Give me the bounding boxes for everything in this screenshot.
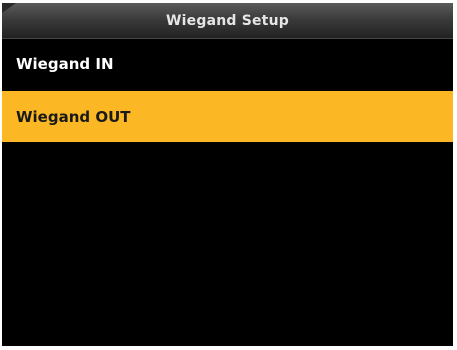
menu-item-label: Wiegand IN [16, 55, 114, 73]
menu-item-wiegand-in[interactable]: Wiegand IN [2, 39, 453, 89]
menu-item-wiegand-out[interactable]: Wiegand OUT [2, 91, 453, 142]
device-screen: Wiegand Setup Wiegand IN Wiegand OUT [2, 3, 453, 346]
wiegand-menu: Wiegand IN Wiegand OUT [2, 39, 453, 142]
title-bar: Wiegand Setup [2, 3, 453, 39]
corner-decoration-icon [2, 3, 16, 13]
menu-item-label: Wiegand OUT [16, 107, 131, 126]
page-title: Wiegand Setup [166, 12, 289, 29]
